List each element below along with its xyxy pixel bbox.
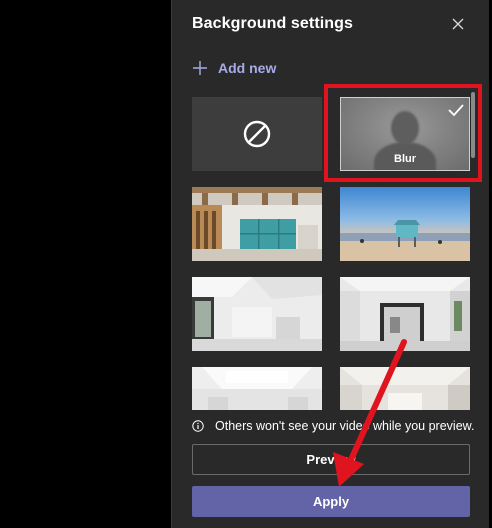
apply-button[interactable]: Apply xyxy=(192,486,470,517)
blurred-person-head xyxy=(391,111,419,145)
add-new-label: Add new xyxy=(218,60,277,76)
blur-background-option[interactable]: Blur xyxy=(340,97,470,171)
background-thumbnail-office[interactable] xyxy=(192,187,322,261)
office-image xyxy=(192,187,322,261)
background-settings-panel: Background settings Add new Blur Others … xyxy=(171,0,490,528)
add-new-button[interactable]: Add new xyxy=(192,58,276,78)
preview-button[interactable]: Preview xyxy=(192,444,470,475)
background-thumbnail-mirror-room[interactable] xyxy=(340,277,470,351)
app-background xyxy=(0,0,171,528)
doorway-image xyxy=(340,367,470,410)
beach-image xyxy=(340,187,470,261)
checkmark-icon xyxy=(448,104,464,116)
background-thumbnail-doorway[interactable] xyxy=(340,367,470,410)
mirror-room-image xyxy=(340,277,470,351)
background-grid: Blur xyxy=(172,92,472,410)
plus-icon xyxy=(193,61,207,75)
preview-notice: Others won't see your video while you pr… xyxy=(192,419,474,433)
no-background-option[interactable] xyxy=(192,97,322,171)
background-thumbnail-skylight[interactable] xyxy=(192,367,322,410)
panel-title: Background settings xyxy=(192,15,354,32)
skylight-image xyxy=(192,367,322,410)
no-background-icon xyxy=(243,120,271,148)
loft-image xyxy=(192,277,322,351)
grid-scrollbar[interactable] xyxy=(471,92,475,158)
close-button[interactable] xyxy=(448,14,468,34)
background-thumbnail-beach[interactable] xyxy=(340,187,470,261)
close-icon xyxy=(452,18,464,30)
preview-notice-text: Others won't see your video while you pr… xyxy=(215,419,475,433)
info-icon xyxy=(192,420,204,432)
blur-label: Blur xyxy=(394,153,416,165)
background-thumbnail-loft[interactable] xyxy=(192,277,322,351)
